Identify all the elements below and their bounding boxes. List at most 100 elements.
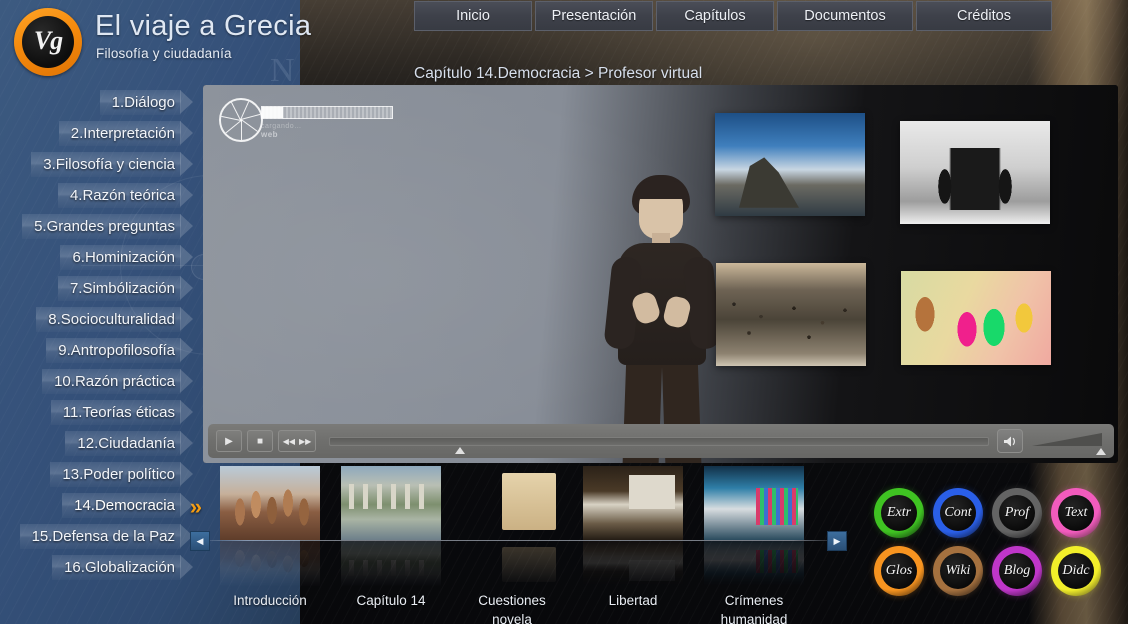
play-button[interactable]: ▶ <box>216 430 242 452</box>
sidebar-item-5[interactable]: 5.Grandes preguntas <box>0 212 195 243</box>
resource-button-wiki[interactable]: Wiki <box>933 546 983 596</box>
mute-speaker-button[interactable] <box>997 429 1023 453</box>
sidebar-item-2[interactable]: 2.Interpretación <box>0 119 195 150</box>
thumbnail-reflection <box>583 541 683 587</box>
thumbnail-list: Introducción Capítulo 14 Cuestiones nove… <box>220 466 804 624</box>
sidebar-item-label: 11.Teorías éticas <box>62 404 175 421</box>
nav-item-documentos[interactable]: Documentos <box>777 1 913 31</box>
thumbnail-cuestiones-novela[interactable]: Cuestiones novela <box>462 466 562 624</box>
thumbnail-image <box>220 466 320 540</box>
sidebar-item-label: 5.Grandes preguntas <box>34 218 175 235</box>
seek-marker[interactable] <box>455 446 466 454</box>
resource-button-blog[interactable]: Blog <box>992 546 1042 596</box>
chapter-sidebar: 1.Diálogo 2.Interpretación 3.Filosofía y… <box>0 88 202 584</box>
resource-button-didc[interactable]: Didc <box>1051 546 1101 596</box>
sidebar-item-16[interactable]: 16.Globalización <box>0 553 195 584</box>
loading-progress-fill <box>262 107 283 118</box>
site-subtitle: Filosofía y ciudadanía <box>96 46 232 61</box>
thumbnail-image <box>583 466 683 540</box>
strip-prev-button[interactable]: ◀ <box>190 531 210 551</box>
volume-marker[interactable] <box>1096 448 1106 455</box>
next-icon[interactable]: ▶▶ <box>299 437 311 446</box>
sidebar-item-12[interactable]: 12.Ciudadanía <box>0 429 195 460</box>
thumbnail-capitulo-14[interactable]: Capítulo 14 <box>341 466 441 624</box>
resource-button-text[interactable]: Text <box>1051 488 1101 538</box>
thumbnail-image <box>341 466 441 540</box>
app-root: N Vg El viaje a Grecia Filosofía y ciuda… <box>0 0 1128 624</box>
thumbnail-caption: Capítulo 14 <box>356 593 426 608</box>
nav-item-presentacion[interactable]: Presentación <box>535 1 653 31</box>
sidebar-item-11[interactable]: 11.Teorías éticas <box>0 398 195 429</box>
sidebar-item-9[interactable]: 9.Antropofilosofía <box>0 336 195 367</box>
resource-button-glos[interactable]: Glos <box>874 546 924 596</box>
resource-button-prof[interactable]: Prof <box>992 488 1042 538</box>
sidebar-item-10[interactable]: 10.Razón práctica <box>0 367 195 398</box>
nav-item-creditos[interactable]: Créditos <box>916 1 1052 31</box>
sidebar-item-label: 10.Razón práctica <box>54 373 175 390</box>
prev-next-button[interactable]: ◀◀ ▶▶ <box>278 430 316 452</box>
sidebar-item-label: 12.Ciudadanía <box>77 435 175 452</box>
thumbnail-strip: ◀ ▶ Introducción Capítulo 14 Cuestiones … <box>190 466 855 624</box>
sidebar-item-14-democracia[interactable]: 14.Democracia » <box>0 491 202 522</box>
thumbnail-reflection <box>462 541 562 587</box>
nav-item-inicio[interactable]: Inicio <box>414 1 532 31</box>
resource-button-label: Text <box>1064 505 1088 520</box>
sidebar-item-7[interactable]: 7.Simbólización <box>0 274 195 305</box>
thumbnail-reflection <box>220 541 320 587</box>
loading-progress-bar <box>261 106 393 119</box>
slide-photo-statue-sky <box>715 113 865 216</box>
volume-wedge <box>1032 433 1102 446</box>
volume-slider[interactable] <box>1032 430 1106 455</box>
loading-sub-text: web <box>261 130 279 139</box>
slide-photo-statues-bw <box>900 121 1050 224</box>
sidebar-item-label: 14.Democracia <box>74 497 175 514</box>
speaker-icon <box>1003 436 1015 446</box>
strip-next-button[interactable]: ▶ <box>827 531 847 551</box>
sidebar-item-label: 15.Defensa de la Paz <box>31 528 175 545</box>
resource-button-label: Blog <box>1003 563 1031 578</box>
resource-button-label: Glos <box>885 563 913 578</box>
thumbnail-libertad[interactable]: Libertad <box>583 466 683 624</box>
sidebar-item-15[interactable]: 15.Defensa de la Paz <box>0 522 195 553</box>
seek-bar[interactable] <box>329 436 989 454</box>
sidebar-item-3[interactable]: 3.Filosofía y ciencia <box>0 150 195 181</box>
thumbnail-introduccion[interactable]: Introducción <box>220 466 320 624</box>
resource-button-label: Wiki <box>945 563 971 578</box>
nav-item-capitulos[interactable]: Capítulos <box>656 1 774 31</box>
loading-spinner-icon <box>219 98 263 142</box>
loading-label: cargando… web <box>261 123 302 139</box>
resource-button-label: Cont <box>944 505 972 520</box>
thumbnail-image <box>704 466 804 540</box>
slide-photo-colored-hands <box>901 271 1051 365</box>
site-logo[interactable]: Vg <box>14 8 82 76</box>
thumbnail-reflection <box>341 541 441 587</box>
sidebar-item-4[interactable]: 4.Razón teórica <box>0 181 195 212</box>
sidebar-item-label: 16.Globalización <box>64 559 175 576</box>
sidebar-item-8[interactable]: 8.Socioculturalidad <box>0 305 195 336</box>
sidebar-item-label: 13.Poder político <box>62 466 175 483</box>
sidebar-item-6[interactable]: 6.Hominización <box>0 243 195 274</box>
thumbnail-caption: Cuestiones novela <box>478 593 546 624</box>
chevron-left-icon: ◀ <box>196 535 204 546</box>
sidebar-item-13[interactable]: 13.Poder político <box>0 460 195 491</box>
thumbnail-image <box>462 466 562 540</box>
thumbnail-caption: Libertad <box>608 593 658 608</box>
stop-button[interactable]: ■ <box>247 430 273 452</box>
thumbnail-caption: Crímenes humanidad <box>720 593 788 624</box>
sidebar-item-label: 1.Diálogo <box>111 94 175 111</box>
resource-button-cont[interactable]: Cont <box>933 488 983 538</box>
video-player-panel[interactable]: cargando… web <box>203 85 1118 463</box>
sidebar-item-label: 4.Razón teórica <box>69 187 175 204</box>
sidebar-item-1[interactable]: 1.Diálogo <box>0 88 195 119</box>
sidebar-item-label: 8.Socioculturalidad <box>48 311 175 328</box>
sidebar-item-label: 7.Simbólización <box>69 280 175 297</box>
loading-label-text: cargando… <box>261 123 302 130</box>
breadcrumb: Capítulo 14.Democracia > Profesor virtua… <box>414 65 703 82</box>
thumbnail-crimenes-humanidad[interactable]: Crímenes humanidad <box>704 466 804 624</box>
prev-icon[interactable]: ◀◀ <box>283 437 295 446</box>
resource-button-extr[interactable]: Extr <box>874 488 924 538</box>
resource-button-label: Didc <box>1062 563 1090 578</box>
sidebar-item-label: 9.Antropofilosofía <box>58 342 175 359</box>
site-title: El viaje a Grecia <box>95 10 312 42</box>
top-navigation: Inicio Presentación Capítulos Documentos… <box>414 1 1052 31</box>
